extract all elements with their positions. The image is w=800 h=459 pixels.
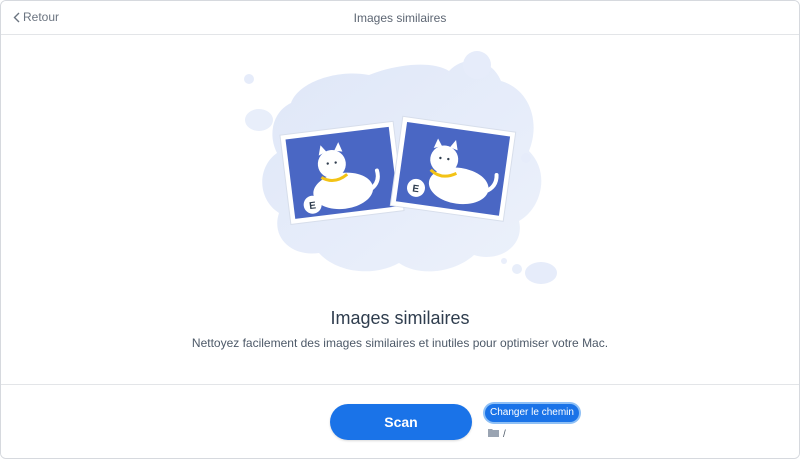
- section-description: Nettoyez facilement des images similaire…: [191, 336, 609, 350]
- current-path: /: [488, 428, 506, 440]
- app-window: Retour Images similaires E E Images simi…: [0, 0, 800, 459]
- window-title: Images similaires: [353, 11, 447, 25]
- section-heading: Images similaires: [330, 308, 470, 328]
- current-path-label: /: [503, 428, 506, 440]
- title-bar: Retour Images similaires: [1, 1, 799, 35]
- photo-left-icon: E: [279, 120, 405, 226]
- folder-icon: [488, 428, 499, 440]
- photo-right-icon: E: [389, 115, 517, 222]
- scan-button[interactable]: Scan: [330, 404, 472, 440]
- footer-bar: Scan Changer le chemin /: [1, 384, 799, 458]
- change-path-button[interactable]: Changer le chemin: [485, 404, 579, 422]
- hero-illustration: E E: [229, 41, 569, 291]
